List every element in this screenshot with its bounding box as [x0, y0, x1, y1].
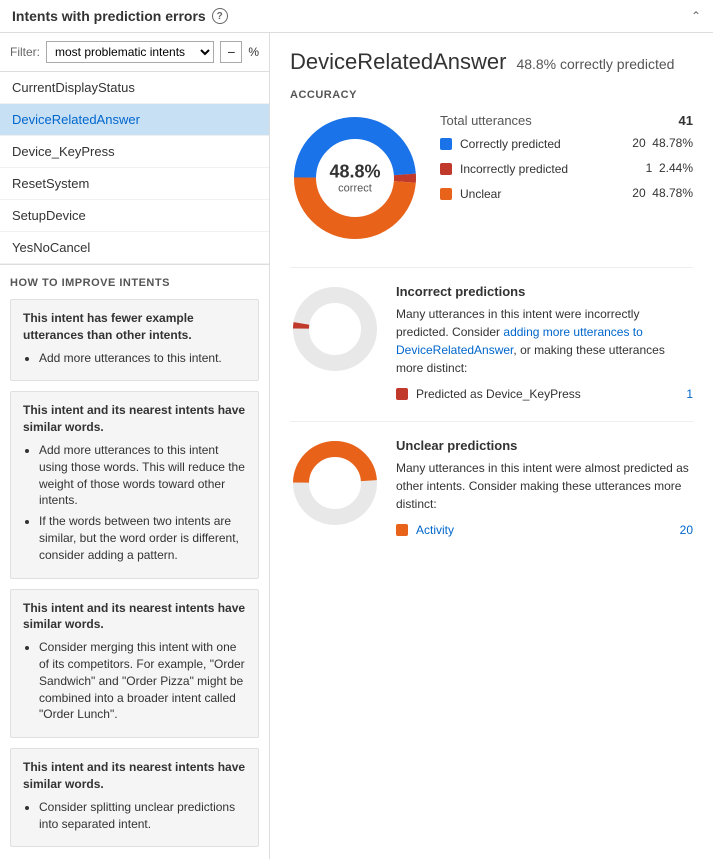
accuracy-label: ACCURACY	[290, 89, 693, 101]
header-title: Intents with prediction errors ?	[12, 8, 228, 24]
filter-select[interactable]: most problematic intents all intents	[46, 41, 214, 63]
incorrect-pred-inner: Incorrect predictions Many utterances in…	[290, 284, 693, 401]
tip-card-4: This intent and its nearest intents have…	[10, 748, 259, 847]
accuracy-legend: Total utterances 41 Correctly predicted …	[440, 113, 693, 210]
correctly-label: Correctly predicted	[460, 136, 624, 153]
tip-3-heading: This intent and its nearest intents have…	[23, 600, 246, 634]
incorrect-pred-title: Incorrect predictions	[396, 284, 693, 299]
improve-section: HOW TO IMPROVE INTENTS This intent has f…	[0, 264, 269, 859]
improve-title: HOW TO IMPROVE INTENTS	[10, 277, 259, 289]
intent-heading: DeviceRelatedAnswer 48.8% correctly pred…	[290, 49, 693, 75]
unclear-pred-item: Activity 20	[396, 523, 693, 537]
add-utterances-link[interactable]: adding more utterances to DeviceRelatedA…	[396, 325, 643, 357]
incorrect-item-label: Predicted as Device_KeyPress	[416, 387, 581, 401]
unclear-pred-title: Unclear predictions	[396, 438, 693, 453]
left-panel: Filter: most problematic intents all int…	[0, 33, 270, 859]
correctly-count: 20 48.78%	[632, 136, 693, 150]
incorrectly-dot	[440, 163, 452, 175]
filter-minus-button[interactable]: −	[220, 41, 242, 63]
donut-pct: 48.8%	[329, 162, 380, 183]
tip-1-item-1: Add more utterances to this intent.	[39, 350, 246, 367]
divider-1	[290, 267, 693, 268]
tip-card-3: This intent and its nearest intents have…	[10, 589, 259, 739]
unclear-item-link[interactable]: Activity	[416, 523, 454, 537]
unclear-count: 20 48.78%	[632, 186, 693, 200]
tip-1-heading: This intent has fewer example utterances…	[23, 310, 246, 344]
total-label: Total utterances	[440, 113, 532, 128]
total-row: Total utterances 41	[440, 113, 693, 128]
legend-row-correctly: Correctly predicted 20 48.78%	[440, 136, 693, 153]
tip-4-item-1: Consider splitting unclear predictions i…	[39, 799, 246, 833]
intent-item-currentdisplaystatus[interactable]: CurrentDisplayStatus	[0, 72, 269, 104]
incorrect-predictions-section: Incorrect predictions Many utterances in…	[290, 284, 693, 401]
intent-list: CurrentDisplayStatus DeviceRelatedAnswer…	[0, 72, 269, 264]
divider-2	[290, 421, 693, 422]
tip-2-item-1: Add more utterances to this intent using…	[39, 442, 246, 509]
right-panel: DeviceRelatedAnswer 48.8% correctly pred…	[270, 33, 713, 859]
incorrect-pred-item: Predicted as Device_KeyPress 1	[396, 387, 693, 401]
donut-sub: correct	[329, 183, 380, 195]
filter-percent: %	[248, 45, 259, 59]
filter-row: Filter: most problematic intents all int…	[0, 33, 269, 72]
tip-card-1: This intent has fewer example utterances…	[10, 299, 259, 381]
unclear-label: Unclear	[460, 186, 624, 203]
unclear-predictions-section: Unclear predictions Many utterances in t…	[290, 438, 693, 537]
filter-label: Filter:	[10, 45, 40, 59]
unclear-dot	[440, 188, 452, 200]
incorrectly-count: 1 2.44%	[633, 161, 693, 175]
unclear-pred-content: Unclear predictions Many utterances in t…	[396, 438, 693, 537]
legend-row-unclear: Unclear 20 48.78%	[440, 186, 693, 203]
collapse-icon[interactable]: ⌃	[691, 9, 701, 23]
unclear-item-dot	[396, 524, 408, 536]
correctly-dot	[440, 138, 452, 150]
incorrect-item-dot	[396, 388, 408, 400]
intent-name: DeviceRelatedAnswer	[290, 49, 506, 75]
incorrect-pred-content: Incorrect predictions Many utterances in…	[396, 284, 693, 401]
tip-4-heading: This intent and its nearest intents have…	[23, 759, 246, 793]
unclear-pred-desc: Many utterances in this intent were almo…	[396, 459, 693, 513]
intent-item-resetsystem[interactable]: ResetSystem	[0, 168, 269, 200]
tip-card-2: This intent and its nearest intents have…	[10, 391, 259, 578]
intent-item-device-keypress[interactable]: Device_KeyPress	[0, 136, 269, 168]
header-title-text: Intents with prediction errors	[12, 8, 206, 24]
accuracy-section: 48.8% correct Total utterances 41 Correc…	[290, 113, 693, 243]
unclear-pred-inner: Unclear predictions Many utterances in t…	[290, 438, 693, 537]
intent-item-setupdevice[interactable]: SetupDevice	[0, 200, 269, 232]
tip-2-item-2: If the words between two intents are sim…	[39, 513, 246, 563]
tip-2-heading: This intent and its nearest intents have…	[23, 402, 246, 436]
tip-3-item-1: Consider merging this intent with one of…	[39, 639, 246, 723]
intent-item-yesnocancel[interactable]: YesNoCancel	[0, 232, 269, 264]
incorrect-donut	[290, 284, 380, 377]
main-donut-chart: 48.8% correct	[290, 113, 420, 243]
content: Filter: most problematic intents all int…	[0, 33, 713, 859]
unclear-donut	[290, 438, 380, 531]
header: Intents with prediction errors ? ⌃	[0, 0, 713, 33]
legend-row-incorrectly: Incorrectly predicted 1 2.44%	[440, 161, 693, 178]
unclear-item-count: 20	[680, 523, 693, 537]
intent-accuracy: 48.8% correctly predicted	[516, 56, 674, 72]
help-button[interactable]: ?	[212, 8, 228, 24]
total-val: 41	[679, 113, 693, 128]
intent-item-devicerelatedanswer[interactable]: DeviceRelatedAnswer	[0, 104, 269, 136]
incorrectly-label: Incorrectly predicted	[460, 161, 625, 178]
incorrect-item-count: 1	[686, 387, 693, 401]
incorrect-pred-desc: Many utterances in this intent were inco…	[396, 305, 693, 377]
donut-label: 48.8% correct	[329, 162, 380, 195]
